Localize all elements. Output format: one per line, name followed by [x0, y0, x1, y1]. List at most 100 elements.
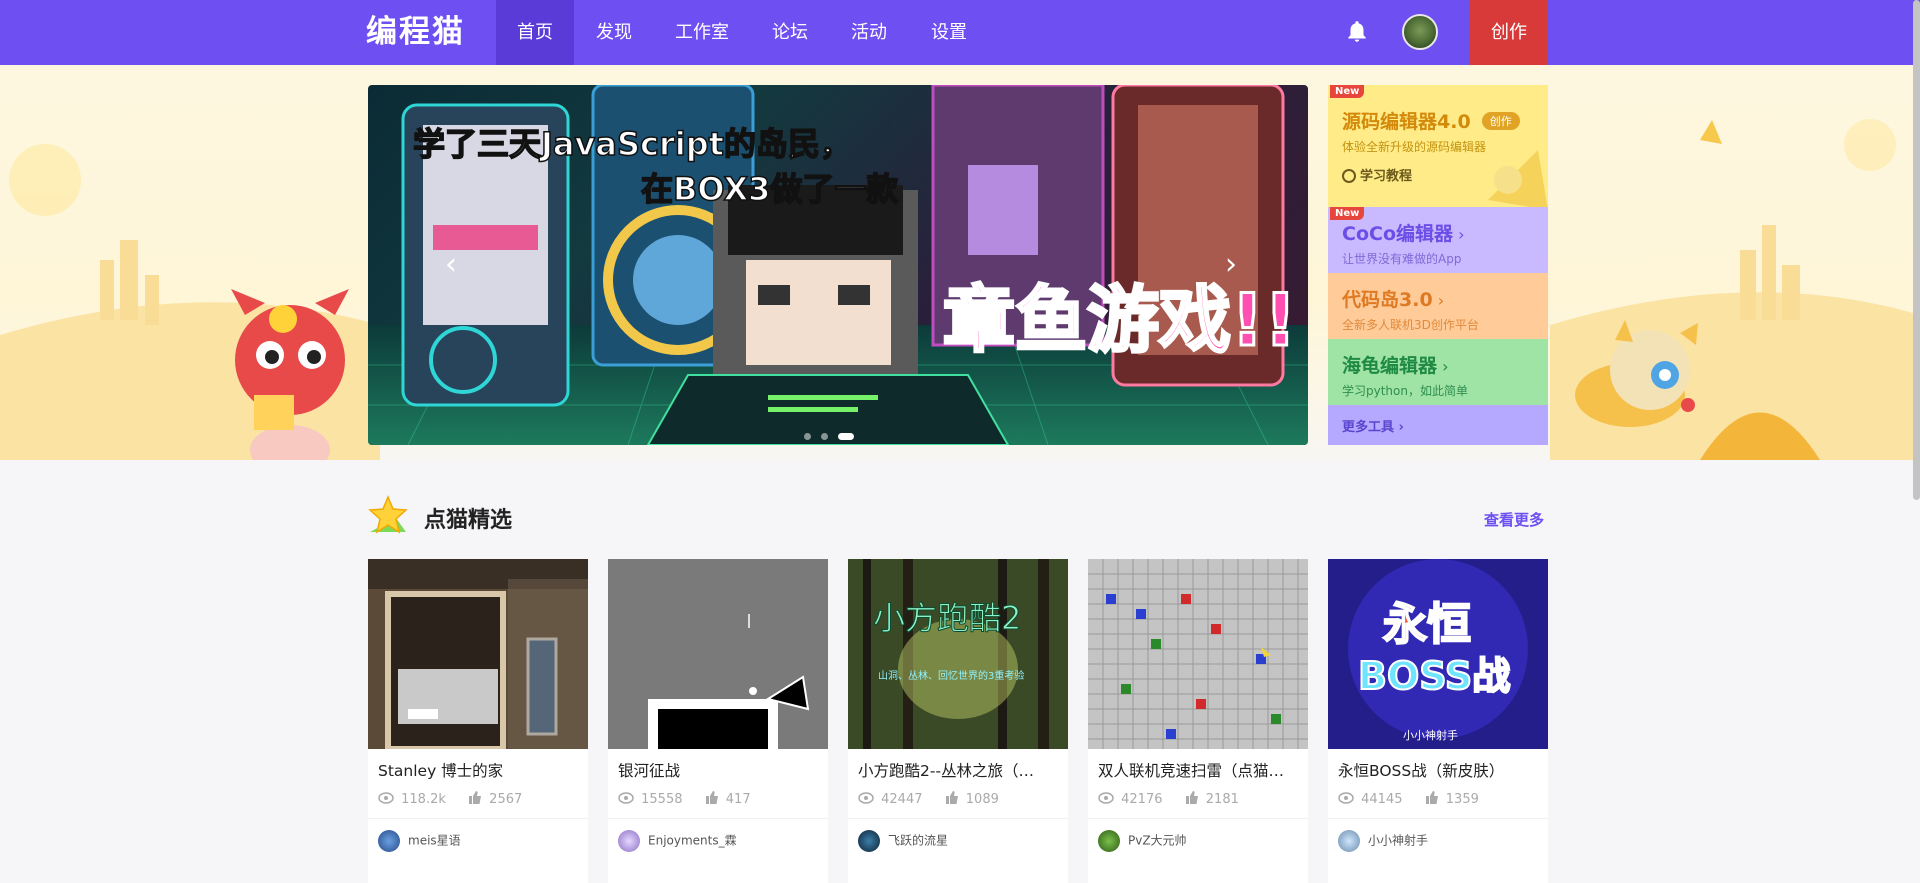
user-avatar[interactable]	[1402, 14, 1438, 50]
project-card[interactable]: 双人联机竞速扫雷（点猫… 42176 2181 PvZ大元帅	[1088, 559, 1308, 883]
like-count: 1089	[965, 792, 999, 807]
section-title: 点猫精选	[424, 508, 513, 533]
bell-icon[interactable]	[1344, 19, 1370, 45]
author-avatar[interactable]	[1098, 830, 1120, 852]
project-title[interactable]: 永恒BOSS战（新皮肤）	[1338, 759, 1538, 781]
author-avatar[interactable]	[618, 830, 640, 852]
project-card[interactable]: Stanley 博士的家 118.2k 2567 meis星语	[368, 559, 588, 883]
tool-name: 海龟编辑器	[1342, 355, 1438, 377]
project-card[interactable]: 小方跑酷2 山洞、丛林、回忆世界的3重考验 小方跑酷2--丛林之旅（… 4244…	[848, 559, 1068, 883]
project-author[interactable]: PvZ大元帅	[1098, 830, 1187, 852]
eye-icon	[618, 791, 634, 808]
nav-settings[interactable]: 设置	[919, 0, 979, 65]
thumbs-up-icon	[1185, 791, 1199, 808]
project-title[interactable]: 小方跑酷2--丛林之旅（…	[858, 759, 1058, 781]
banner-next-arrow[interactable]: ›	[1218, 250, 1244, 280]
page-scrollbar[interactable]	[1913, 0, 1920, 500]
carousel-dots	[804, 425, 864, 444]
chevron-right-icon: ›	[1394, 420, 1404, 435]
view-count: 42176	[1121, 792, 1163, 807]
thumbs-up-icon	[1425, 791, 1439, 808]
author-avatar[interactable]	[378, 830, 400, 852]
banner-artwork: 学了三天JavaScript的岛民， 在BOX3做了一款 章鱼游戏!!	[368, 85, 1308, 445]
project-thumbnail: 永恒 BOSS战 小小神射手	[1328, 559, 1548, 749]
view-more-link[interactable]: 查看更多	[1484, 509, 1544, 530]
tool-card-coco[interactable]: New CoCo编辑器 › 让世界没有难做的App	[1328, 207, 1548, 273]
project-thumbnail: 小方跑酷2 山洞、丛林、回忆世界的3重考验	[848, 559, 1068, 749]
nav-forum[interactable]: 论坛	[760, 0, 820, 65]
project-title[interactable]: 银河征战	[618, 759, 818, 781]
nav-events[interactable]: 活动	[839, 0, 899, 65]
project-author[interactable]: 飞跃的流星	[858, 830, 948, 852]
like-count: 1359	[1445, 792, 1479, 807]
tool-create-tag[interactable]: 创作	[1481, 112, 1520, 130]
svg-text:小小神射手: 小小神射手	[1403, 728, 1458, 742]
thumbs-up-icon	[945, 791, 959, 808]
svg-text:山洞、丛林、回忆世界的3重考验: 山洞、丛林、回忆世界的3重考验	[878, 669, 1024, 682]
project-card[interactable]: 银河征战 15558 417 Enjoyments_霖	[608, 559, 828, 883]
view-count: 44145	[1361, 792, 1403, 807]
project-thumbnail	[1088, 559, 1308, 749]
tool-card-turtle[interactable]: 海龟编辑器 › 学习python，如此简单	[1328, 339, 1548, 405]
project-stats: 44145 1359	[1338, 791, 1479, 808]
like-count: 2181	[1205, 792, 1239, 807]
author-avatar[interactable]	[858, 830, 880, 852]
eye-icon	[1338, 791, 1354, 808]
project-stats: 15558 417	[618, 791, 751, 808]
more-tools-link[interactable]: 更多工具 ›	[1328, 405, 1548, 445]
carousel-dot-active[interactable]	[838, 433, 854, 440]
tool-desc: 体验全新升级的源码编辑器	[1342, 140, 1487, 154]
divider	[608, 818, 828, 819]
project-thumbnail	[368, 559, 588, 749]
banner-prev-arrow[interactable]: ‹	[438, 250, 464, 280]
hero-banner-carousel[interactable]: 学了三天JavaScript的岛民， 在BOX3做了一款 章鱼游戏!! ‹ ›	[368, 85, 1308, 445]
chevron-right-icon: ›	[1437, 357, 1449, 376]
divider	[848, 818, 1068, 819]
divider	[368, 818, 588, 819]
nav-studio[interactable]: 工作室	[664, 0, 740, 65]
project-stats: 42176 2181	[1098, 791, 1239, 808]
project-title[interactable]: 双人联机竞速扫雷（点猫…	[1098, 759, 1298, 781]
site-logo[interactable]: 编程猫	[366, 12, 465, 52]
like-count: 2567	[489, 792, 523, 807]
nav-home[interactable]: 首页	[496, 0, 574, 65]
project-stats: 42447 1089	[858, 791, 999, 808]
tutorial-link[interactable]: 学习教程	[1342, 165, 1534, 184]
svg-text:章鱼游戏!!: 章鱼游戏!!	[943, 278, 1297, 362]
author-avatar[interactable]	[1338, 830, 1360, 852]
thumbs-up-icon	[705, 791, 719, 808]
svg-text:BOSS战: BOSS战	[1358, 654, 1510, 698]
svg-text:在BOX3做了一款: 在BOX3做了一款	[641, 170, 898, 208]
play-circle-icon	[1342, 169, 1356, 183]
tool-desc: 学习python，如此简单	[1342, 384, 1468, 398]
chevron-right-icon: ›	[1432, 291, 1445, 310]
project-author[interactable]: 小小神射手	[1338, 830, 1428, 852]
create-button[interactable]: 创作	[1470, 0, 1548, 65]
carousel-dot[interactable]	[821, 433, 828, 440]
project-card[interactable]: 永恒 BOSS战 小小神射手 永恒BOSS战（新皮肤） 44145 1359 小…	[1328, 559, 1548, 883]
project-title[interactable]: Stanley 博士的家	[378, 759, 578, 781]
project-thumbnail	[608, 559, 828, 749]
like-count: 417	[725, 792, 751, 807]
top-navbar: 编程猫 首页 发现 工作室 论坛 活动 设置 创作	[0, 0, 1920, 65]
tool-name: CoCo编辑器	[1342, 223, 1453, 245]
tool-name: 代码岛3.0	[1342, 289, 1433, 311]
tool-card-source-editor[interactable]: New 源码编辑器4.0 创作 体验全新升级的源码编辑器 学习教程	[1328, 85, 1548, 210]
new-badge: New	[1330, 85, 1365, 98]
eye-icon	[1098, 791, 1114, 808]
tool-desc: 全新多人联机3D创作平台	[1342, 318, 1479, 332]
tool-card-code-island[interactable]: 代码岛3.0 › 全新多人联机3D创作平台	[1328, 273, 1548, 339]
eye-icon	[858, 791, 874, 808]
nav-discover[interactable]: 发现	[584, 0, 644, 65]
svg-text:学了三天JavaScript的岛民，: 学了三天JavaScript的岛民，	[413, 125, 852, 163]
tool-name: 源码编辑器4.0	[1342, 111, 1471, 133]
divider	[1328, 818, 1548, 819]
project-author[interactable]: Enjoyments_霖	[618, 830, 737, 852]
svg-text:小方跑酷2: 小方跑酷2	[873, 599, 1021, 637]
project-author[interactable]: meis星语	[378, 830, 461, 852]
divider	[1088, 818, 1308, 819]
thumbs-up-icon	[468, 791, 482, 808]
carousel-dot[interactable]	[804, 433, 811, 440]
view-count: 15558	[641, 792, 683, 807]
view-count: 42447	[881, 792, 923, 807]
